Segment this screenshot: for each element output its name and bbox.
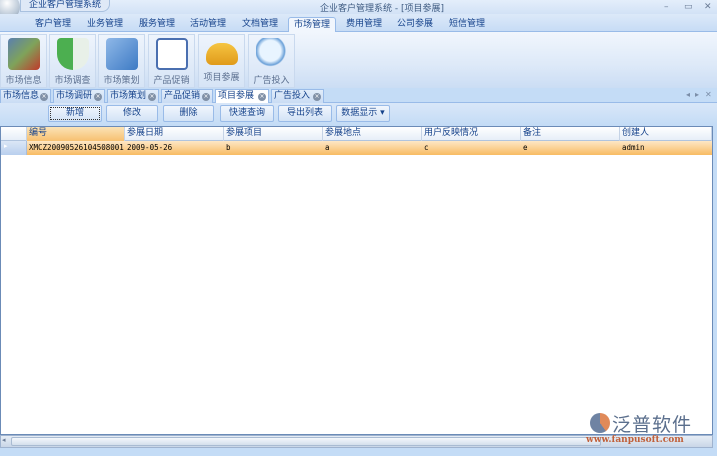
ribbon-market-info[interactable]: 市场信息 xyxy=(0,34,47,88)
select-all-corner[interactable] xyxy=(1,127,27,141)
logo-url: www.fanpusoft.com xyxy=(586,435,684,445)
car-icon xyxy=(205,43,238,65)
tab-next-icon[interactable]: ▸ xyxy=(695,90,699,99)
checklist-icon xyxy=(155,38,188,70)
close-button[interactable]: ✕ xyxy=(704,2,712,12)
data-grid: 编号 参展日期 参展项目 参展地点 用户反映情况 备注 创建人 ▸ XMCZ20… xyxy=(0,126,713,435)
close-tab-icon[interactable]: × xyxy=(202,93,210,101)
add-button[interactable]: 新增 xyxy=(48,105,102,122)
status-bar xyxy=(0,448,717,456)
close-tab-icon[interactable]: × xyxy=(313,93,321,101)
magnifier-icon xyxy=(255,38,288,70)
column-header[interactable]: 创建人 xyxy=(620,127,712,141)
chevron-down-icon: ▾ xyxy=(380,108,385,118)
menu-tab-sms[interactable]: 短信管理 xyxy=(443,17,491,32)
tab-close-icon[interactable]: ✕ xyxy=(705,90,712,99)
table-row[interactable]: ▸ XMCZ20090526104508001 2009-05-26 b a c… xyxy=(1,141,712,155)
toolbar: 新增 修改 删除 快速查询 导出列表 数据显示 ▾ xyxy=(0,103,717,125)
cell-date[interactable]: 2009-05-26 xyxy=(125,141,172,155)
close-tab-icon[interactable]: × xyxy=(148,93,156,101)
market-info-icon xyxy=(7,38,40,70)
doc-tab-market-info[interactable]: 市场信息 × xyxy=(0,89,51,103)
folder-icon xyxy=(105,38,138,70)
menu-tab-service[interactable]: 服务管理 xyxy=(133,17,181,32)
quick-search-button[interactable]: 快速查询 xyxy=(220,105,274,122)
logo-brand: 泛普软件 xyxy=(612,414,693,436)
app-title: 企业客户管理系统 xyxy=(20,0,111,12)
ribbon-product-promo[interactable]: 产品促销 xyxy=(148,34,195,88)
grid-header: 编号 参展日期 参展项目 参展地点 用户反映情况 备注 创建人 xyxy=(1,127,712,141)
display-dropdown[interactable]: 数据显示 ▾ xyxy=(336,105,390,122)
minimize-button[interactable]: – xyxy=(664,2,669,12)
maximize-button[interactable]: ▭ xyxy=(684,2,693,12)
menu-bar: 客户管理 业务管理 服务管理 活动管理 文档管理 市场管理 费用管理 公司参展 … xyxy=(0,14,717,32)
cell-location[interactable]: a xyxy=(323,141,330,155)
menu-tab-business[interactable]: 业务管理 xyxy=(81,17,129,32)
menu-tab-market[interactable]: 市场管理 xyxy=(288,17,336,32)
shield-icon xyxy=(56,38,89,70)
doc-tab-product-promo[interactable]: 产品促销 × xyxy=(161,89,213,103)
tab-prev-icon[interactable]: ◂ xyxy=(686,90,690,99)
column-header[interactable]: 参展项目 xyxy=(224,127,323,141)
doc-tab-market-research[interactable]: 市场调研 × xyxy=(53,89,105,103)
cell-creator[interactable]: admin xyxy=(620,141,645,155)
cell-feedback[interactable]: c xyxy=(422,141,429,155)
window-title: 企业客户管理系统 - [项目参展] xyxy=(320,4,444,14)
title-bar: 企业客户管理系统 企业客户管理系统 - [项目参展] – ▭ ✕ xyxy=(0,0,717,20)
cell-project[interactable]: b xyxy=(224,141,231,155)
close-tab-icon[interactable]: × xyxy=(258,93,266,101)
fanpu-logo: 泛普软件 www.fanpusoft.com xyxy=(586,410,711,446)
menu-tab-document[interactable]: 文档管理 xyxy=(236,17,284,32)
doc-tab-market-plan[interactable]: 市场策划 × xyxy=(107,89,159,103)
close-tab-icon[interactable]: × xyxy=(94,93,102,101)
column-header[interactable]: 参展地点 xyxy=(323,127,422,141)
cell-id[interactable]: XMCZ20090526104508001 xyxy=(27,141,124,155)
menu-tab-activity[interactable]: 活动管理 xyxy=(184,17,232,32)
menu-tab-exhibition[interactable]: 公司参展 xyxy=(391,17,439,32)
row-indicator[interactable]: ▸ xyxy=(1,141,27,155)
delete-button[interactable]: 删除 xyxy=(163,105,214,122)
menu-tab-expense[interactable]: 费用管理 xyxy=(340,17,388,32)
cell-remark[interactable]: e xyxy=(521,141,528,155)
logo-mark-icon xyxy=(590,413,610,433)
doc-tab-project-exhibition[interactable]: 项目参展 × xyxy=(215,89,269,103)
menu-tab-customer[interactable]: 客户管理 xyxy=(29,17,77,32)
column-header[interactable]: 参展日期 xyxy=(125,127,224,141)
ribbon-market-plan[interactable]: 市场策划 xyxy=(98,34,145,88)
column-header[interactable]: 备注 xyxy=(521,127,620,141)
column-header[interactable]: 用户反映情况 xyxy=(422,127,521,141)
scrollbar-thumb[interactable] xyxy=(11,437,601,446)
ribbon-advertising[interactable]: 广告投入 xyxy=(248,34,295,88)
column-header[interactable]: 编号 xyxy=(27,127,125,141)
export-button[interactable]: 导出列表 xyxy=(278,105,332,122)
edit-button[interactable]: 修改 xyxy=(106,105,158,122)
ribbon-market-survey[interactable]: 市场调查 xyxy=(49,34,96,88)
close-tab-icon[interactable]: × xyxy=(40,93,48,101)
ribbon: 市场信息 市场调查 市场策划 产品促销 项目参展 广告投入 xyxy=(0,32,717,88)
document-tabs: 市场信息 × 市场调研 × 市场策划 × 产品促销 × 项目参展 × 广告投入 × ◂ ▸ … xyxy=(0,88,717,103)
doc-tab-advertising[interactable]: 广告投入 × xyxy=(271,89,324,103)
scroll-left-icon[interactable]: ◂ xyxy=(2,436,6,444)
ribbon-project-exhibition[interactable]: 项目参展 xyxy=(198,34,245,88)
